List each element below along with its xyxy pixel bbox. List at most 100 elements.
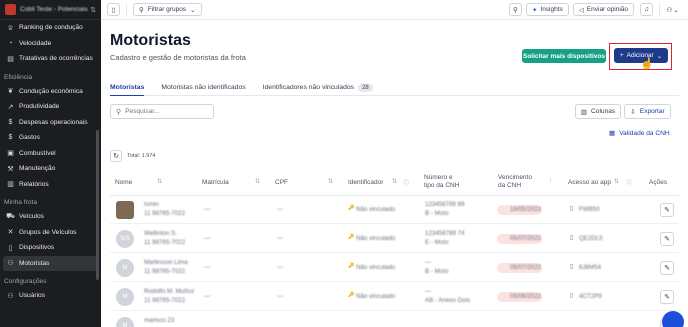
cell-ident: Não vinculado	[356, 206, 396, 213]
request-devices-button[interactable]: Solicitar mais dispositivos	[522, 49, 606, 63]
edit-button[interactable]: ✎	[660, 261, 674, 275]
cell-cpf: —	[277, 293, 284, 300]
chevron-down-icon: ⌄	[656, 52, 663, 60]
sidebar-item[interactable]: ▣ Combustível	[0, 146, 101, 162]
chat-button[interactable]	[662, 311, 684, 327]
cell-reg: —	[204, 264, 211, 271]
col-registration[interactable]: Matrícula	[202, 179, 229, 187]
sidebar-item[interactable]: ⚇ Usuários	[0, 288, 101, 304]
clipboard-icon: ▤	[7, 55, 14, 63]
columns-icon: ▥	[580, 108, 588, 116]
count-badge: 28	[358, 83, 373, 92]
tab-unidentified[interactable]: Motoristas não identificados	[161, 80, 245, 96]
filter-icon: ⚲	[139, 6, 144, 14]
page-subtitle: Cadastro e gestão de motoristas da frota	[110, 53, 246, 62]
col-actions: Ações	[649, 179, 668, 186]
col-app-access[interactable]: Acesso ao app	[568, 179, 611, 187]
col-name[interactable]: Nome	[115, 179, 132, 187]
cell-cnh-type: B - Moto	[425, 210, 449, 217]
megaphone-icon: ◁	[578, 6, 584, 14]
sidebar-item-label: Grupos de Veículos	[19, 228, 77, 236]
sort-icon[interactable]: ⇅	[328, 178, 333, 185]
bell-icon: ♫	[644, 6, 649, 13]
refresh-button[interactable]: ↻	[110, 150, 122, 162]
edit-button[interactable]: ✎	[660, 232, 674, 246]
sidebar-item[interactable]: ▤ Tratativas de ocorrências	[0, 51, 101, 67]
col-cpf[interactable]: CPF	[275, 179, 288, 187]
info-icon[interactable]: ⓘ	[403, 178, 409, 187]
cell-phone: 11 98765-7022	[144, 239, 186, 246]
sidebar-item[interactable]: $ Despesas operacionais	[0, 115, 101, 131]
sidebar-item[interactable]: ✕ Grupos de Veículos	[0, 225, 101, 241]
divider	[126, 3, 127, 16]
tabs: Motoristas Motoristas não identificados …	[110, 80, 679, 96]
sidebar-item[interactable]: ❦ Condução econômica	[0, 84, 101, 100]
sidebar-item[interactable]: ↗ Produtividade	[0, 99, 101, 115]
user-icon: ⚇	[666, 6, 673, 14]
tab-unlinked-identifiers[interactable]: Identificadores não vinculados 28	[263, 80, 373, 96]
insights-button[interactable]: ✦ Insights	[525, 3, 569, 16]
sidebar-item[interactable]: ◔ Velocidade	[0, 36, 101, 52]
table-row[interactable]: M Marlesson Lima 11 98765-7022 — — Não vincul…	[110, 254, 679, 282]
search-field[interactable]: ⚲	[110, 104, 214, 119]
sort-icon[interactable]: ⇅	[255, 178, 260, 185]
device-icon: ▯	[8, 244, 13, 252]
sidebar-item[interactable]: ▯ Dispositivos	[0, 240, 101, 256]
tab-label: Identificadores não vinculados	[262, 84, 355, 91]
tab-motoristas[interactable]: Motoristas	[110, 80, 145, 96]
refresh-icon: ↻	[113, 153, 119, 160]
user-icon: ⚇	[7, 292, 14, 300]
sidebar-item-label: Gastos	[19, 134, 40, 142]
dollar-icon: $	[8, 134, 13, 142]
notifications-button[interactable]: ♫	[640, 3, 653, 16]
user-menu[interactable]: ⚇ ⌄	[663, 3, 682, 16]
edit-button[interactable]: ✎	[660, 290, 674, 304]
table-row[interactable]: Mmarisco 23✎	[110, 312, 679, 327]
tab-label: Motoristas não identificados	[161, 84, 246, 91]
sidebar-item[interactable]: ♕ Ranking de condução	[0, 20, 101, 36]
cell-cpf: —	[277, 264, 284, 271]
sidebar-item[interactable]: ⚒ Manutenção	[0, 161, 101, 177]
search-input[interactable]	[125, 108, 206, 115]
cell-expiry: 05/07/2022	[510, 235, 541, 242]
sidebar-item[interactable]: ⚇ Motoristas	[3, 255, 98, 271]
table-row[interactable]: WS Wellinton S. 11 98765-7022 — — Não vincula…	[110, 225, 679, 253]
search-button[interactable]: ⚲	[508, 3, 522, 16]
col-cnh-expiry[interactable]: Vencimento da CNH	[498, 174, 538, 190]
sort-icon[interactable]: ⇅	[614, 178, 619, 185]
topbar: ▯ ⚲ Filtrar grupos ⌄ ⚲ ✦ Insights ◁ Envi…	[101, 0, 688, 20]
chevron-down-icon: ⌄	[673, 6, 679, 14]
feedback-label: Enviar opinião	[586, 6, 628, 13]
col-identifier[interactable]: Identificador	[348, 179, 383, 187]
export-button[interactable]: ⇩ Exportar	[624, 104, 671, 119]
section-efficiency: Eficiência	[4, 73, 33, 81]
sort-icon[interactable]: ⇅	[157, 178, 162, 185]
sidebar-item[interactable]: ⛟ Veículos	[0, 209, 101, 225]
cnh-validity-link[interactable]: ▦ Validade da CNH	[609, 129, 670, 138]
sidebar-item[interactable]: $ Gastos	[0, 130, 101, 146]
columns-label: Colunas	[591, 108, 616, 115]
cell-cnh-type: B - Moto	[425, 268, 449, 275]
cell-expiry: 05/06/2022	[510, 293, 541, 300]
chevron-down-icon: ⌄	[190, 6, 196, 14]
columns-button[interactable]: ▥ Colunas	[575, 104, 621, 119]
sort-icon[interactable]: ⇅	[392, 178, 397, 185]
sidebar-toggle-button[interactable]: ▯	[107, 3, 120, 16]
table-row[interactable]: Ismin 11 98765-7022 — — Não vinculado 1234567…	[110, 196, 679, 224]
filter-groups-dropdown[interactable]: ⚲ Filtrar grupos ⌄	[133, 3, 202, 16]
sidebar-item-label: Veículos	[19, 213, 44, 221]
sidebar-scrollbar[interactable]	[96, 130, 99, 280]
sort-arrow-icon[interactable]: ↑	[549, 178, 552, 184]
edit-button[interactable]: ✎	[660, 203, 674, 217]
avatar: M	[116, 259, 134, 277]
table-row[interactable]: M Rodolfo M. Muñoz 11 98765-7022 — — Não vinc…	[110, 283, 679, 311]
fuel-icon: ▣	[7, 150, 14, 158]
cell-ident: Não vinculado	[356, 293, 396, 300]
org-switcher[interactable]: Cobli Teste - Potenciais ⇅	[0, 0, 101, 20]
col-cnh-number[interactable]: Número e tipo da CNH	[424, 174, 464, 190]
filter-label: Filtrar grupos	[147, 6, 187, 13]
cell-reg: —	[204, 293, 211, 300]
info-icon[interactable]: ⓘ	[626, 178, 632, 187]
feedback-button[interactable]: ◁ Enviar opinião	[572, 3, 634, 16]
sidebar-item[interactable]: ▥ Relatórios	[0, 177, 101, 193]
